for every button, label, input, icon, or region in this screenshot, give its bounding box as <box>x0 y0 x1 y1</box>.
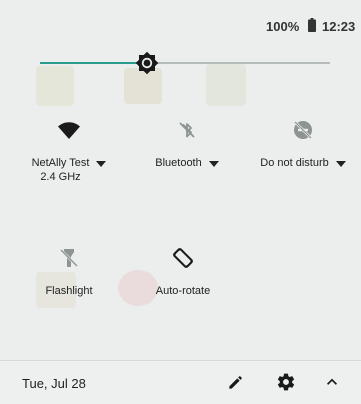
status-bar: 100% 12:23 <box>0 0 361 46</box>
pencil-icon[interactable] <box>226 372 246 392</box>
battery-full-icon <box>308 18 316 32</box>
gear-icon[interactable] <box>276 372 296 392</box>
tile-do-not-disturb-label: Do not disturb <box>260 157 329 169</box>
flashlight-off-icon[interactable] <box>57 246 81 270</box>
tile-wifi[interactable]: NetAlly Test 2.4 GHz <box>14 118 124 184</box>
tile-bluetooth[interactable]: Bluetooth <box>132 118 242 170</box>
clock: 12:23 <box>322 19 356 34</box>
caret-down-icon[interactable] <box>335 160 346 168</box>
tile-bluetooth-label: Bluetooth <box>155 157 202 169</box>
caret-down-icon[interactable] <box>96 160 107 168</box>
bluetooth-off-icon[interactable] <box>175 118 199 142</box>
battery-percentage: 100% <box>266 19 300 34</box>
wifi-icon[interactable] <box>57 118 81 142</box>
tile-auto-rotate-label: Auto-rotate <box>155 285 211 297</box>
tile-flashlight[interactable]: Flashlight <box>14 246 124 298</box>
date-label: Tue, Jul 28 <box>22 376 86 391</box>
brightness-icon[interactable] <box>135 51 159 75</box>
tile-do-not-disturb[interactable]: Do not disturb <box>248 118 358 170</box>
quick-settings-footer: Tue, Jul 28 <box>0 361 361 404</box>
tile-flashlight-label: Flashlight <box>45 285 93 297</box>
brightness-slider[interactable] <box>40 48 330 78</box>
auto-rotate-icon[interactable] <box>171 246 195 270</box>
do-not-disturb-off-icon[interactable] <box>291 118 315 142</box>
chevron-up-icon[interactable] <box>322 372 342 392</box>
caret-down-icon[interactable] <box>208 160 219 168</box>
tile-wifi-label: NetAlly Test 2.4 GHz <box>31 157 90 183</box>
brightness-track-filled <box>40 62 147 64</box>
tile-auto-rotate[interactable]: Auto-rotate <box>128 246 238 298</box>
brightness-track <box>147 62 330 64</box>
